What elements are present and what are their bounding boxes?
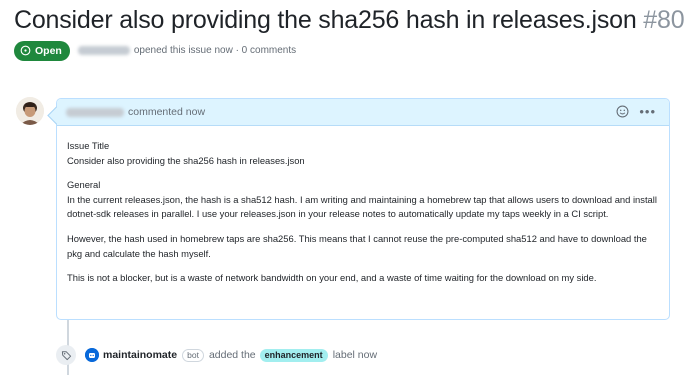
comment-paragraph: General In the current releases.json, th… xyxy=(67,179,657,220)
author-name-redacted[interactable] xyxy=(77,46,130,55)
timeline-event: maintainomate bot added the enhancement … xyxy=(56,345,377,365)
comment-paragraph: This is not a blocker, but is a waste of… xyxy=(67,272,597,284)
bot-avatar[interactable] xyxy=(85,348,99,362)
comment-body: Issue Title Consider also providing the … xyxy=(57,126,669,286)
issue-meta-text: opened this issue now · 0 comments xyxy=(133,45,297,56)
state-badge: Open xyxy=(14,40,70,61)
comment-box: commented now ••• Issue Title Consider a… xyxy=(56,98,670,320)
smiley-icon[interactable] xyxy=(616,105,629,118)
tag-badge xyxy=(56,345,76,365)
kebab-horizontal-icon[interactable]: ••• xyxy=(639,105,656,118)
state-label: Open xyxy=(35,44,62,57)
tag-icon xyxy=(61,350,71,360)
issue-opened-icon xyxy=(20,45,31,56)
event-action-suffix: label now xyxy=(332,349,378,361)
comment-actions: ••• xyxy=(616,105,656,118)
bot-badge: bot xyxy=(182,348,204,362)
issue-title: Consider also providing the sha256 hash … xyxy=(14,6,685,35)
comment-header-text: commented now xyxy=(128,106,206,118)
comment-header: commented now ••• xyxy=(57,99,669,126)
comment-paragraph: However, the hash used in homebrew taps … xyxy=(67,232,647,259)
label-enhancement[interactable]: enhancement xyxy=(259,348,328,362)
issue-meta: Open opened this issue now · 0 comments xyxy=(14,40,296,61)
issue-number: #80 xyxy=(643,6,685,34)
bot-avatar-icon xyxy=(85,348,99,362)
avatar[interactable] xyxy=(16,97,44,125)
commenter-name-redacted[interactable] xyxy=(66,107,124,117)
comment-paragraph: Issue Title Consider also providing the … xyxy=(67,140,305,166)
user-photo-icon xyxy=(16,97,44,125)
event-actor-link[interactable]: maintainomate xyxy=(103,349,177,361)
event-action-text: added the xyxy=(208,349,256,361)
issue-title-text: Consider also providing the sha256 hash … xyxy=(14,6,637,34)
